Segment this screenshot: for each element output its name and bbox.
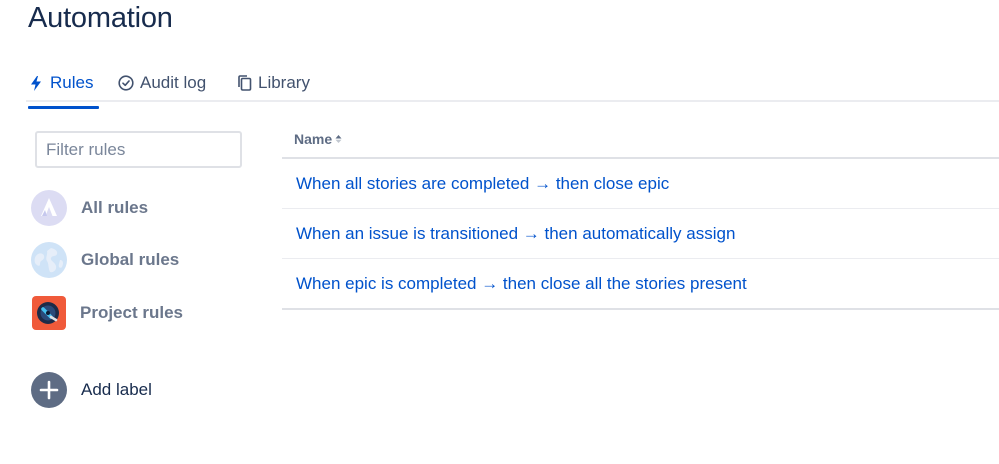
rule-link[interactable]: When an issue is transitioned → then aut… [296, 224, 735, 244]
copy-icon [236, 75, 252, 91]
table-row: When an issue is transitioned → then aut… [282, 209, 999, 259]
sidebar-item-label: Global rules [81, 250, 180, 269]
lightning-icon [28, 75, 44, 91]
check-circle-icon [118, 75, 134, 91]
rules-table: Name When all stories are completed → th… [282, 120, 999, 310]
sidebar-item-project-rules[interactable]: Project rules [31, 295, 183, 331]
table-row: When epic is completed → then close all … [282, 259, 999, 310]
active-tab-indicator [28, 106, 99, 109]
filter-rules-input[interactable] [35, 131, 242, 168]
tab-bar: Rules Audit log Library [26, 64, 999, 109]
column-header-name[interactable]: Name [282, 120, 999, 159]
column-header-label: Name [294, 130, 333, 147]
tab-rules[interactable]: Rules [28, 72, 99, 109]
table-row: When all stories are completed → then cl… [282, 159, 999, 209]
add-label-button[interactable]: Add label [31, 372, 152, 408]
sidebar-item-all-rules[interactable]: All rules [31, 190, 148, 226]
sidebar-item-label: Project rules [80, 303, 183, 322]
add-label-text: Add label [81, 380, 152, 399]
project-avatar-icon [32, 296, 66, 330]
tab-library[interactable]: Library [236, 72, 310, 94]
sort-ascending-icon [334, 134, 343, 144]
globe-icon [31, 242, 67, 278]
rule-link[interactable]: When epic is completed → then close all … [296, 274, 747, 294]
tab-audit-log-label: Audit log [140, 73, 207, 92]
tab-bar-divider [26, 100, 999, 102]
tab-audit-log[interactable]: Audit log [118, 72, 206, 94]
page-title: Automation [28, 2, 173, 34]
atlassian-logo-icon [31, 190, 67, 226]
rule-link[interactable]: When all stories are completed → then cl… [296, 174, 669, 194]
sidebar-item-global-rules[interactable]: Global rules [31, 242, 179, 278]
tab-rules-label: Rules [50, 73, 94, 92]
plus-icon [31, 372, 67, 408]
sidebar-item-label: All rules [81, 198, 149, 217]
tab-library-label: Library [258, 73, 310, 92]
